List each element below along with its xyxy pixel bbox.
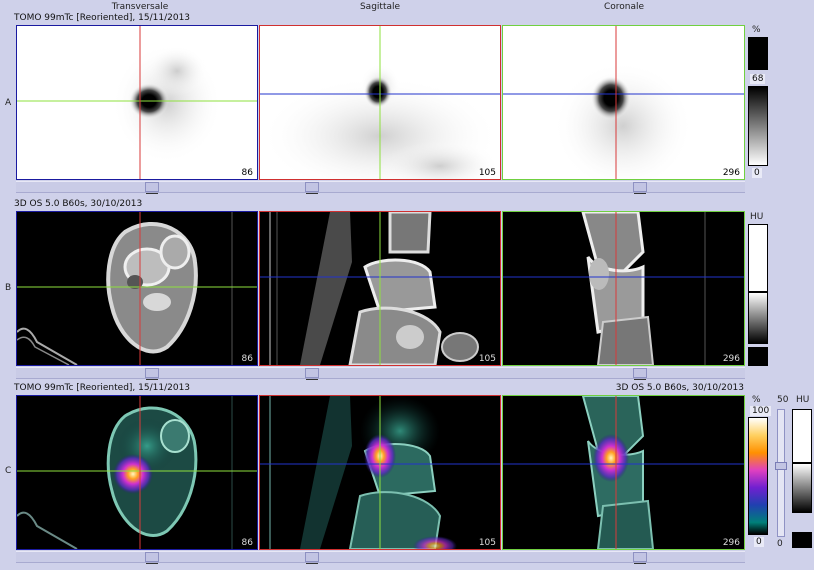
row-c-hu-gradient[interactable] — [792, 463, 812, 513]
row-a-coronal-slice: 296 — [722, 168, 740, 178]
header-coronal: Coronale — [603, 2, 645, 12]
row-c-sagittal-slider[interactable] — [305, 552, 319, 564]
row-a-scale-max: 68 — [750, 74, 766, 84]
row-b-coronal-slider[interactable] — [633, 368, 647, 380]
row-b-coronal-slice: 296 — [722, 354, 740, 364]
row-b-scale-unit: HU — [750, 212, 764, 222]
row-c-hu-bottom-block — [792, 532, 812, 548]
row-c-scale-unit: % — [752, 395, 761, 405]
row-b-coronal-view[interactable]: 296 — [502, 211, 745, 366]
row-b-transversal-slider[interactable] — [145, 368, 159, 380]
row-c-series-label-right: 3D OS 5.0 B60s, 30/10/2013 — [615, 383, 744, 393]
row-b-sagittal-slice: 105 — [478, 354, 496, 364]
row-a-scale-top-block — [748, 37, 768, 70]
row-a-coronal-slider[interactable] — [633, 182, 647, 194]
row-b-scale-bottom-block — [748, 347, 768, 366]
row-a-sagittal-slice: 105 — [478, 168, 496, 178]
row-b-series-label: 3D OS 5.0 B60s, 30/10/2013 — [14, 199, 143, 209]
row-b-scale-gradient[interactable] — [748, 292, 768, 344]
row-c-hu-top-block — [792, 409, 812, 463]
row-c-scale-max: 100 — [750, 406, 772, 416]
row-c-blend-min: 0 — [777, 539, 783, 549]
header-sagittal: Sagittale — [359, 2, 401, 12]
row-a-scale-gradient[interactable] — [748, 86, 768, 166]
row-a-transversal-view[interactable]: 86 — [16, 25, 258, 180]
row-c-coronal-slice: 296 — [722, 538, 740, 548]
row-c-hu-unit: HU — [796, 395, 810, 405]
row-c-scale-min: 0 — [754, 537, 764, 547]
row-b-sagittal-view[interactable]: 105 — [259, 211, 501, 366]
row-a-transversal-slider[interactable] — [145, 182, 159, 194]
row-c-series-label-left: TOMO 99mTc [Reoriented], 15/11/2013 — [14, 383, 191, 393]
row-c-transversal-slider[interactable] — [145, 552, 159, 564]
row-a-transversal-slice: 86 — [241, 168, 253, 178]
row-c-sagittal-slice: 105 — [478, 538, 496, 548]
row-c-label: C — [5, 466, 12, 476]
row-a-series-label: TOMO 99mTc [Reoriented], 15/11/2013 — [14, 13, 191, 23]
row-c-scale-gradient[interactable] — [748, 417, 768, 535]
row-a-scale-min: 0 — [752, 168, 762, 178]
row-c-sagittal-view[interactable]: 105 — [259, 395, 501, 550]
row-b-label: B — [5, 283, 12, 293]
row-b-sagittal-slider[interactable] — [305, 368, 319, 380]
row-b-scale-top-block — [748, 224, 768, 292]
row-a-sagittal-slider[interactable] — [305, 182, 319, 194]
row-b-transversal-view[interactable]: 86 — [16, 211, 258, 366]
row-c-coronal-slider[interactable] — [633, 552, 647, 564]
row-a-sagittal-view[interactable]: 105 — [259, 25, 501, 180]
row-c-transversal-view[interactable]: 86 — [16, 395, 258, 550]
row-a-label: A — [5, 98, 12, 108]
row-b-transversal-slice: 86 — [241, 354, 253, 364]
row-a-scale-unit: % — [752, 25, 761, 35]
row-c-coronal-view[interactable]: 296 — [502, 395, 745, 550]
header-transversal: Transversale — [111, 2, 169, 12]
row-c-blend-slider-track[interactable] — [777, 409, 785, 537]
row-c-blend-slider-thumb[interactable] — [775, 462, 787, 470]
row-c-transversal-slice: 86 — [241, 538, 253, 548]
row-c-blend-max: 50 — [777, 395, 789, 405]
row-a-coronal-view[interactable]: 296 — [502, 25, 745, 180]
